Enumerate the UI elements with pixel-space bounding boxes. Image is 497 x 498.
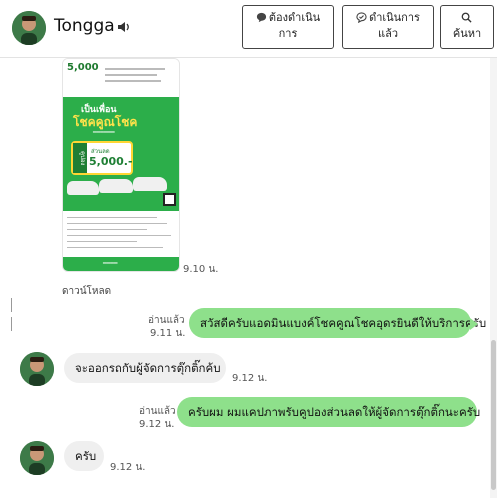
search-label: ค้นหา <box>452 27 482 40</box>
message-bubble-incoming[interactable]: ครับ <box>64 441 104 471</box>
message-bubble-outgoing[interactable]: ครับผม ผมแคปภาพรับคูปองส่วนลดให้ผู้จัดกา… <box>177 397 481 427</box>
message-time: 9.12 น. <box>139 419 175 430</box>
flyer-coupon-amount: 5,000.- <box>89 155 133 168</box>
message-bubble-incoming[interactable]: จะออกรถกับผู้จัดการตุ๊กติ๊กค้บ <box>64 353 226 383</box>
flyer-image[interactable]: 5,000 เป็นเพื่อน โชคคูณโชค ━━━━━━ คูปอง … <box>62 58 180 272</box>
contact-avatar[interactable] <box>20 441 54 475</box>
message-text: จะออกรถกับผู้จัดการตุ๊กติ๊กค้บ <box>75 361 221 375</box>
qr-code <box>163 193 176 206</box>
message-text: สวัสดีครับแอดมินแบงค์โชคคูณโชคอุดรยินดีใ… <box>200 316 487 330</box>
contact-avatar[interactable] <box>20 352 54 386</box>
contact-name: Tongga <box>54 16 115 36</box>
car-image <box>99 179 133 193</box>
speaker-icon[interactable] <box>117 21 131 33</box>
message-text: ครับผม ผมแคปภาพรับคูปองส่วนลดให้ผู้จัดกา… <box>188 405 481 419</box>
todo-button[interactable]: ต้องดำเนิน การ <box>242 5 334 49</box>
flyer-terms <box>63 211 179 257</box>
search-button[interactable]: ค้นหา <box>440 5 494 49</box>
flyer-coupon: คูปอง ส่วนลด 5,000.- <box>71 141 133 175</box>
message-time: 9.12 น. <box>110 462 146 473</box>
car-image <box>67 181 99 195</box>
done-label-2: แล้ว <box>377 27 398 40</box>
flyer-subline: ━━━━━━ <box>93 129 115 136</box>
message-time: 9.11 น. <box>150 328 186 339</box>
chat-check-icon <box>356 12 367 23</box>
flyer-coupon-vertical: คูปอง <box>73 143 87 173</box>
chat-bubble-icon <box>256 12 266 23</box>
flyer-amount: 5,000 <box>67 62 99 73</box>
chat-header: Tongga ต้องดำเนิน การ ดำเนินการ แล้ว ค้น… <box>0 0 497 58</box>
resize-handle[interactable] <box>11 297 16 331</box>
done-label-1: ดำเนินการ <box>369 11 420 24</box>
done-button[interactable]: ดำเนินการ แล้ว <box>342 5 434 49</box>
todo-label-1: ต้องดำเนิน <box>268 11 321 24</box>
download-link[interactable]: ดาวน์โหลด <box>62 284 111 299</box>
scrollbar-thumb[interactable] <box>491 340 496 490</box>
flyer-top: 5,000 <box>63 59 179 97</box>
flyer-footer: ━━━━ <box>63 257 179 271</box>
search-icon <box>461 12 472 23</box>
message-time: 9.10 น. <box>183 264 219 275</box>
flyer-poster: เป็นเพื่อน โชคคูณโชค ━━━━━━ คูปอง ส่วนลด… <box>63 97 179 211</box>
message-text: ครับ <box>75 449 97 463</box>
message-bubble-outgoing[interactable]: สวัสดีครับแอดมินแบงค์โชคคูณโชคอุดรยินดีใ… <box>189 308 486 338</box>
car-image <box>133 177 167 191</box>
contact-avatar[interactable] <box>12 11 46 45</box>
bubble-tail <box>470 318 478 330</box>
message-time: 9.12 น. <box>232 373 268 384</box>
todo-label-2: การ <box>278 27 298 40</box>
